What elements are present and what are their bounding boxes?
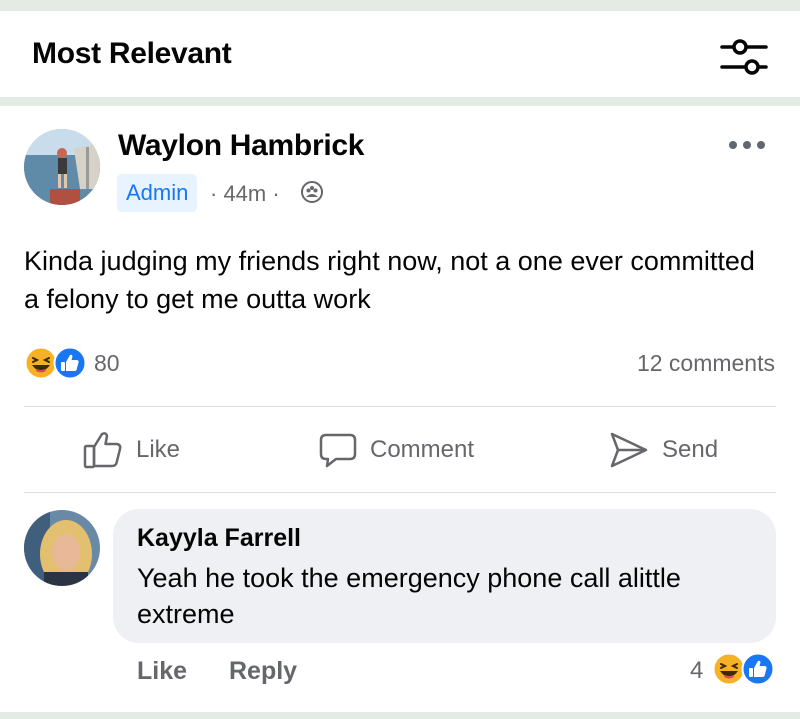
comment-body: Yeah he took the emergency phone call al… xyxy=(137,563,681,629)
haha-reaction-icon xyxy=(24,346,58,380)
comment-label: Comment xyxy=(370,436,475,463)
comment-button[interactable]: Comment xyxy=(318,424,474,476)
divider xyxy=(24,406,776,407)
send-button[interactable]: Send xyxy=(608,424,718,476)
send-label: Send xyxy=(662,436,719,463)
sliders-icon[interactable] xyxy=(718,38,770,76)
commenter-name[interactable]: Kayyla Farrell xyxy=(137,524,301,553)
send-icon xyxy=(610,432,648,468)
thumbs-up-icon xyxy=(83,432,122,469)
haha-reaction-icon xyxy=(712,652,746,686)
group-icon xyxy=(301,181,323,203)
speech-bubble-icon xyxy=(319,433,357,468)
like-label: Like xyxy=(136,436,181,463)
top-separator xyxy=(0,0,800,11)
post-body: Kinda judging my friends right now, not … xyxy=(24,246,755,314)
reaction-icons[interactable] xyxy=(24,346,90,380)
section-separator xyxy=(0,97,800,106)
reaction-count[interactable]: 80 xyxy=(94,350,120,377)
more-options-icon[interactable] xyxy=(726,138,768,152)
divider xyxy=(24,492,776,493)
like-button[interactable]: Like xyxy=(82,424,180,476)
author-name[interactable]: Waylon Hambrick xyxy=(118,129,364,163)
comment-reaction-count[interactable]: 4 xyxy=(690,657,703,685)
comment-reply-button[interactable]: Reply xyxy=(229,657,297,686)
commenter-avatar[interactable] xyxy=(24,510,100,586)
bottom-separator xyxy=(0,712,800,719)
comment-like-button[interactable]: Like xyxy=(137,657,187,686)
author-avatar[interactable] xyxy=(24,129,100,205)
comments-header: Most Relevant xyxy=(0,11,800,97)
admin-badge: Admin xyxy=(117,174,198,212)
post-timestamp[interactable]: · 44m · xyxy=(210,181,280,207)
comment-reaction-icons[interactable] xyxy=(712,652,778,686)
comments-count[interactable]: 12 comments xyxy=(637,350,775,377)
sort-title[interactable]: Most Relevant xyxy=(32,37,232,71)
like-reaction-icon xyxy=(53,346,87,380)
like-reaction-icon xyxy=(741,652,775,686)
